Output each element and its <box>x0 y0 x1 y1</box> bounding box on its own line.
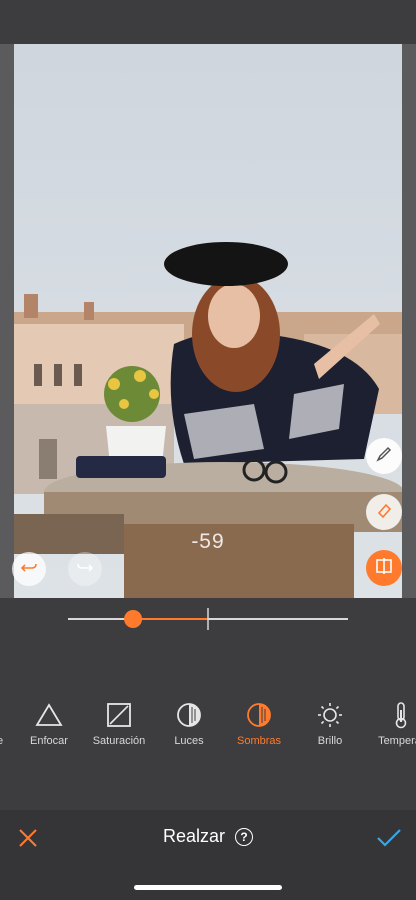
tool-label: Enfocar <box>30 735 68 747</box>
photo-canvas[interactable] <box>14 44 402 598</box>
tool-saturacion[interactable]: Saturación <box>79 700 159 747</box>
slider-knob[interactable] <box>124 610 143 628</box>
sun-icon <box>290 700 370 730</box>
help-button[interactable]: ? <box>235 827 254 846</box>
checkmark-icon <box>376 829 402 854</box>
undo-icon <box>20 558 38 581</box>
tool-strip: e Enfocar Saturación Luces Sombras Brill… <box>0 700 416 756</box>
tool-label: Brillo <box>317 735 343 747</box>
redo-icon <box>76 558 94 581</box>
undo-button[interactable] <box>12 552 46 586</box>
tool-brillo[interactable]: Brillo <box>290 700 370 747</box>
highlights-circle-icon <box>149 700 229 730</box>
brush-icon <box>375 445 393 468</box>
tool-title: Realzar <box>162 826 226 846</box>
adjustment-value: -59 <box>191 530 225 553</box>
tool-enfocar[interactable]: Enfocar <box>9 700 89 747</box>
eraser-icon <box>375 501 393 524</box>
tool-sombras[interactable]: Sombras <box>219 700 299 747</box>
tool-label: Temperat <box>378 735 416 747</box>
redo-button[interactable] <box>68 552 102 586</box>
shadows-circle-icon <box>219 700 299 730</box>
tool-label: Luces <box>174 735 204 747</box>
home-indicator <box>134 885 282 890</box>
tool-label: Sombras <box>236 735 282 747</box>
thermometer-icon <box>361 700 416 730</box>
compare-icon <box>374 556 394 581</box>
confirm-button[interactable] <box>376 826 402 850</box>
tool-temperatura[interactable]: Temperat <box>361 700 416 747</box>
adjustment-slider[interactable] <box>0 598 416 658</box>
bottom-bar: Realzar ? <box>0 810 416 900</box>
tool-label: Saturación <box>92 735 146 747</box>
eraser-button[interactable] <box>366 494 402 530</box>
top-bar <box>0 0 416 44</box>
brush-button[interactable] <box>366 438 402 474</box>
compare-button[interactable] <box>366 550 402 586</box>
saturation-square-icon <box>79 700 159 730</box>
tool-luces[interactable]: Luces <box>149 700 229 747</box>
triangle-icon <box>9 700 89 730</box>
tool-title-row: Realzar ? <box>0 826 416 847</box>
canvas-area <box>0 44 416 598</box>
